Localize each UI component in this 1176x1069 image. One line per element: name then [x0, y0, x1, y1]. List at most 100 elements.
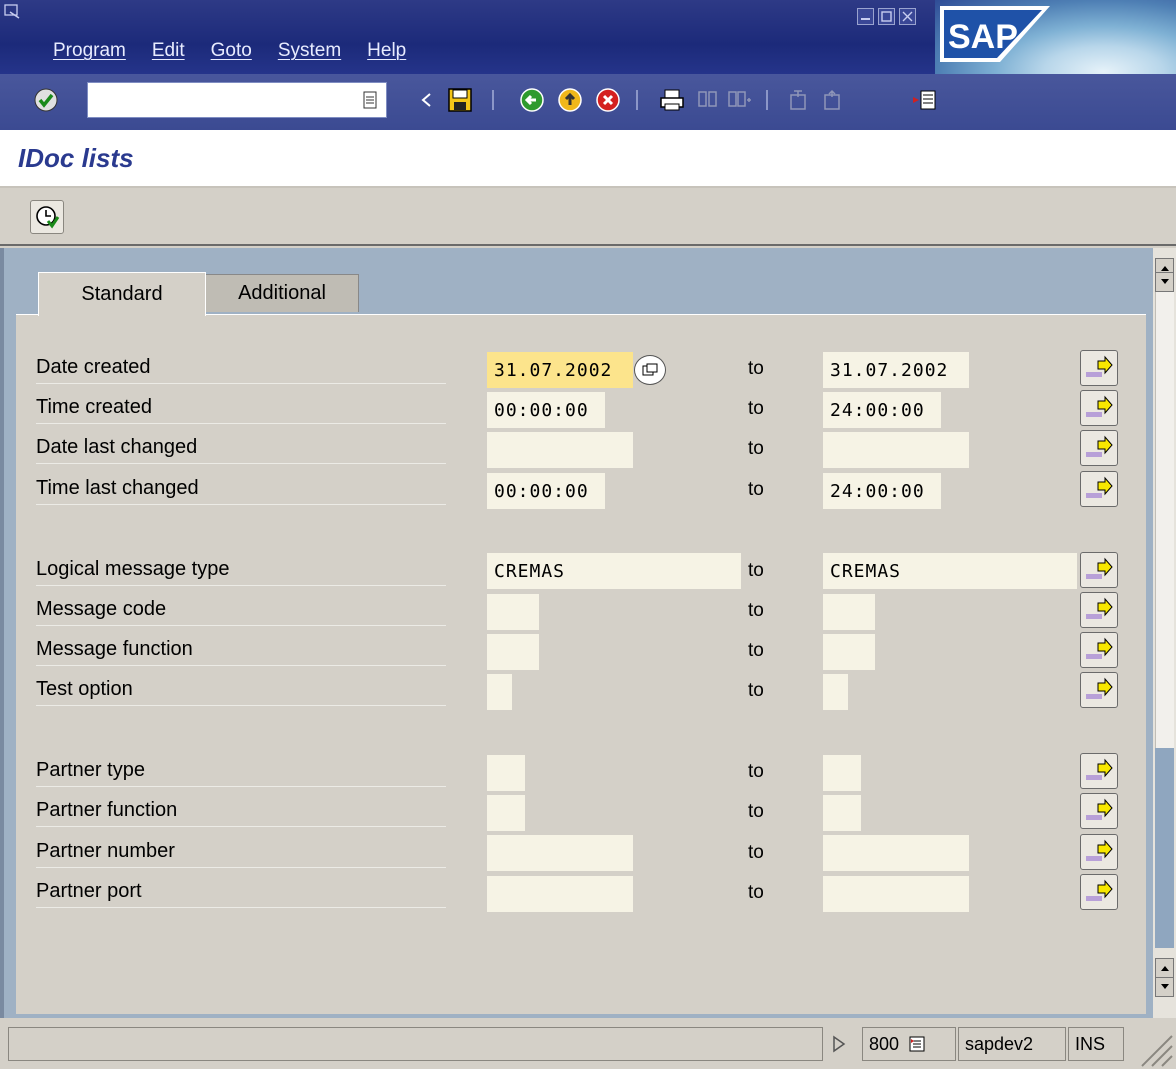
- partner-port-from-field[interactable]: [487, 876, 633, 912]
- create-session-icon[interactable]: [910, 86, 938, 114]
- multiple-selection-button[interactable]: [1080, 471, 1118, 507]
- toolbar-separator: [492, 90, 494, 110]
- menu-system[interactable]: System: [278, 40, 341, 62]
- page-up-icon[interactable]: [1155, 958, 1174, 978]
- scrollbar-track[interactable]: [1155, 292, 1174, 748]
- label-message-code: Message code: [36, 598, 446, 626]
- message-type-from-field[interactable]: [487, 553, 741, 589]
- status-toggle-icon[interactable]: [826, 1027, 862, 1061]
- label-partner-type: Partner type: [36, 759, 446, 787]
- screen-title-bar: [0, 130, 1176, 188]
- save-icon[interactable]: [446, 86, 474, 114]
- back-arrow-icon[interactable]: [412, 86, 440, 114]
- label-date-created: Date created: [36, 356, 446, 384]
- system-info-icon[interactable]: [909, 1036, 925, 1052]
- tab-additional[interactable]: Additional: [205, 274, 359, 312]
- to-label: to: [748, 479, 764, 500]
- menu-help[interactable]: Help: [367, 40, 406, 62]
- multiple-selection-button[interactable]: [1080, 632, 1118, 668]
- toolbar-separator: [636, 90, 638, 110]
- partner-port-to-field[interactable]: [823, 876, 969, 912]
- partner-number-from-field[interactable]: [487, 835, 633, 871]
- date-created-to-field[interactable]: [823, 352, 969, 388]
- message-code-from-field[interactable]: [487, 594, 539, 630]
- multiple-selection-button[interactable]: [1080, 672, 1118, 708]
- time-created-to-field[interactable]: [823, 392, 941, 428]
- scrollbar-thumb[interactable]: [1155, 748, 1174, 948]
- date-created-from-field[interactable]: [487, 352, 633, 388]
- multiple-selection-button[interactable]: [1080, 592, 1118, 628]
- multiple-selection-button[interactable]: [1080, 834, 1118, 870]
- status-message-area: [8, 1027, 823, 1061]
- multiple-selection-button[interactable]: [1080, 390, 1118, 426]
- maximize-icon[interactable]: [878, 8, 895, 25]
- test-option-from-field[interactable]: [487, 674, 512, 710]
- partner-type-to-field[interactable]: [823, 755, 861, 791]
- message-function-from-field[interactable]: [487, 634, 539, 670]
- minimize-icon[interactable]: [857, 8, 874, 25]
- multiple-selection-button[interactable]: [1080, 430, 1118, 466]
- label-partner-port: Partner port: [36, 880, 446, 908]
- message-function-to-field[interactable]: [823, 634, 875, 670]
- sap-logo: SAP: [940, 6, 1050, 62]
- exit-icon[interactable]: [556, 86, 584, 114]
- scroll-down-icon[interactable]: [1155, 272, 1174, 292]
- execute-button[interactable]: [30, 200, 64, 234]
- close-icon[interactable]: [899, 8, 916, 25]
- to-label: to: [748, 358, 764, 379]
- message-type-to-field[interactable]: [823, 553, 1077, 589]
- multiple-selection-button[interactable]: [1080, 552, 1118, 588]
- multiple-selection-button[interactable]: [1080, 874, 1118, 910]
- enter-icon[interactable]: [32, 86, 60, 114]
- message-code-to-field[interactable]: [823, 594, 875, 630]
- menu-goto[interactable]: Goto: [211, 40, 252, 62]
- cancel-icon[interactable]: [594, 86, 622, 114]
- page-down-icon[interactable]: [1155, 977, 1174, 997]
- print-icon[interactable]: [658, 86, 686, 114]
- to-label: to: [748, 438, 764, 459]
- partner-function-to-field[interactable]: [823, 795, 861, 831]
- tab-standard[interactable]: Standard: [38, 272, 206, 316]
- to-label: to: [748, 398, 764, 419]
- test-option-to-field[interactable]: [823, 674, 848, 710]
- resize-grip-icon[interactable]: [1130, 1024, 1174, 1068]
- label-partner-number: Partner number: [36, 840, 446, 868]
- multiple-selection-button[interactable]: [1080, 350, 1118, 386]
- to-label: to: [748, 640, 764, 661]
- back-icon[interactable]: [518, 86, 546, 114]
- command-field[interactable]: [87, 82, 387, 118]
- label-date-last-changed: Date last changed: [36, 436, 446, 464]
- label-time-created: Time created: [36, 396, 446, 424]
- find-next-icon: [726, 86, 754, 114]
- input-help-icon[interactable]: [634, 355, 666, 385]
- label-time-last-changed: Time last changed: [36, 477, 446, 505]
- partner-number-to-field[interactable]: [823, 835, 969, 871]
- command-history-icon[interactable]: [356, 86, 384, 114]
- to-label: to: [748, 801, 764, 822]
- menu-program[interactable]: Program: [53, 40, 126, 62]
- client-number: 800: [869, 1033, 900, 1054]
- to-label: to: [748, 680, 764, 701]
- date-last-changed-to-field[interactable]: [823, 432, 969, 468]
- system-menu-icon[interactable]: [4, 4, 22, 20]
- menu-edit[interactable]: Edit: [152, 40, 185, 62]
- multiple-selection-button[interactable]: [1080, 793, 1118, 829]
- status-client: 800: [862, 1027, 956, 1061]
- to-label: to: [748, 842, 764, 863]
- partner-function-from-field[interactable]: [487, 795, 525, 831]
- time-created-from-field[interactable]: [487, 392, 605, 428]
- status-server: sapdev2: [958, 1027, 1066, 1061]
- to-label: to: [748, 761, 764, 782]
- status-insert-mode[interactable]: INS: [1068, 1027, 1124, 1061]
- label-test-option: Test option: [36, 678, 446, 706]
- time-last-changed-from-field[interactable]: [487, 473, 605, 509]
- svg-text:SAP: SAP: [948, 18, 1018, 56]
- date-last-changed-from-field[interactable]: [487, 432, 633, 468]
- to-label: to: [748, 600, 764, 621]
- menu-bar: Program Edit Goto System Help: [53, 40, 432, 62]
- time-last-changed-to-field[interactable]: [823, 473, 941, 509]
- previous-page-icon: [818, 86, 846, 114]
- partner-type-from-field[interactable]: [487, 755, 525, 791]
- label-logical-message-type: Logical message type: [36, 558, 446, 586]
- multiple-selection-button[interactable]: [1080, 753, 1118, 789]
